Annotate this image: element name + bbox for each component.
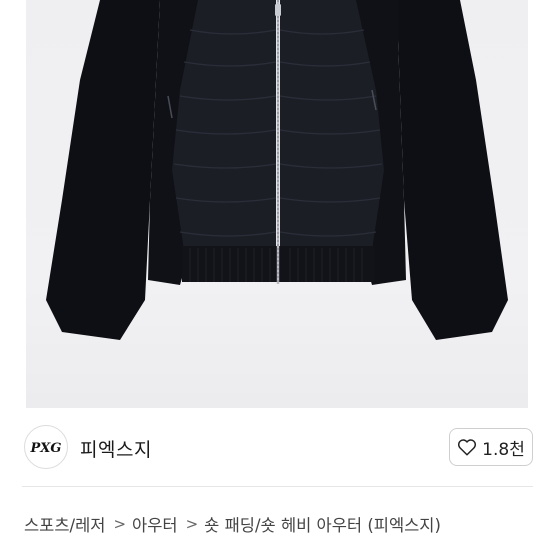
brand-name[interactable]: 피엑스지 <box>80 435 152 462</box>
left-sleeve <box>46 0 160 340</box>
pxg-logo-icon: PXG <box>30 441 62 455</box>
right-sleeve <box>398 0 508 340</box>
jacket-illustration <box>46 0 508 340</box>
breadcrumb-item-outer[interactable]: 아우터 <box>132 512 178 536</box>
svg-text:PXG: PXG <box>30 441 62 455</box>
product-image[interactable] <box>0 0 555 408</box>
divider <box>22 486 533 487</box>
chevron-right-icon: > <box>113 515 127 533</box>
heart-outline-icon <box>458 439 477 456</box>
like-button[interactable]: 1.8천 <box>449 428 533 466</box>
brand-row[interactable]: PXG 피엑스지 1.8천 <box>0 418 555 476</box>
breadcrumb-item-short-padding[interactable]: 숏 패딩/숏 헤비 아우터 (피엑스지) <box>204 512 441 536</box>
breadcrumb: 스포츠/레저 > 아우터 > 숏 패딩/숏 헤비 아우터 (피엑스지) <box>24 512 441 536</box>
zipper-pull <box>275 4 281 16</box>
product-title-cut <box>24 546 544 555</box>
chevron-right-icon: > <box>185 515 199 533</box>
like-count: 1.8천 <box>482 439 525 460</box>
brand-logo[interactable]: PXG <box>24 425 68 469</box>
breadcrumb-item-sports[interactable]: 스포츠/레저 <box>24 512 105 536</box>
